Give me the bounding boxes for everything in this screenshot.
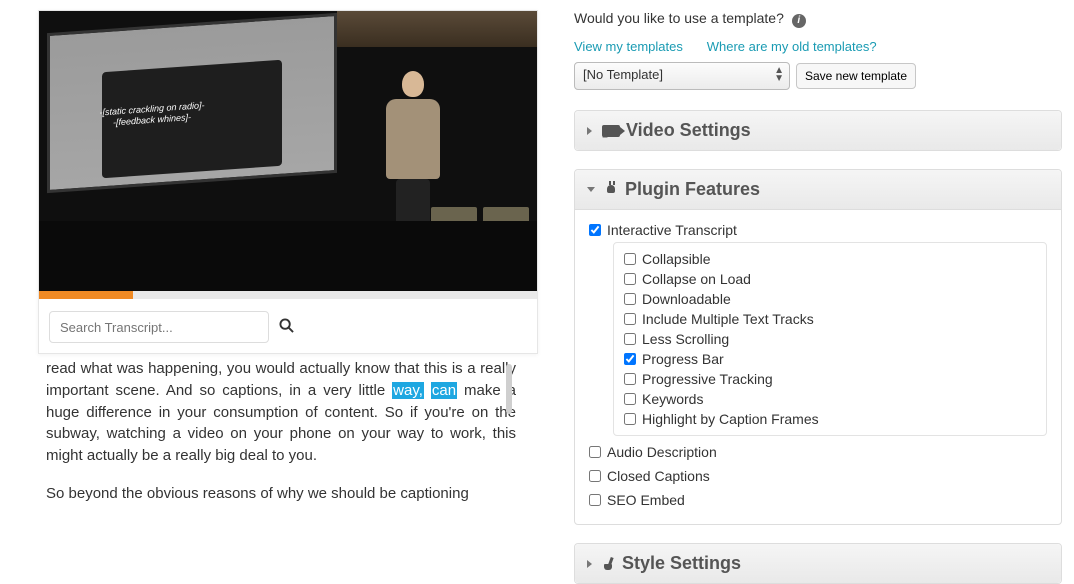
checkbox-label: SEO Embed (607, 492, 685, 508)
audio-description-checkbox-row[interactable]: Audio Description (589, 444, 1047, 460)
transcript-pane[interactable]: read what was happening, you would actua… (38, 354, 538, 504)
seo-embed-checkbox-row[interactable]: SEO Embed (589, 492, 1047, 508)
checkbox-label: Progressive Tracking (642, 371, 773, 387)
interactive-transcript-group: Interactive Transcript CollapsibleCollap… (589, 222, 1047, 436)
checkbox-label: Progress Bar (642, 351, 724, 367)
checkbox-label: Interactive Transcript (607, 222, 737, 238)
sub-option-checkbox[interactable] (624, 353, 636, 365)
sub-option-checkbox[interactable] (624, 413, 636, 425)
projector-screen: -[static crackling on radio]- -[feedback… (47, 13, 337, 193)
video-camera-icon (602, 125, 620, 137)
transcript-progress-bar[interactable] (39, 291, 537, 299)
sub-option-checkbox[interactable] (624, 313, 636, 325)
style-settings-header[interactable]: Style Settings (575, 544, 1061, 583)
panel-title: Plugin Features (625, 179, 760, 200)
video-settings-header[interactable]: Video Settings (575, 111, 1061, 150)
checkbox-label: Include Multiple Text Tracks (642, 311, 814, 327)
sub-option-row[interactable]: Progress Bar (624, 349, 1036, 369)
interactive-transcript-checkbox[interactable] (589, 224, 601, 236)
template-prompt: Would you like to use a template? i (574, 10, 1062, 28)
caret-right-icon (587, 560, 592, 568)
audio-description-checkbox[interactable] (589, 446, 601, 458)
chevron-updown-icon: ▲▼ (774, 67, 784, 83)
plugin-features-panel: Plugin Features Interactive Transcript C… (574, 169, 1062, 525)
interactive-transcript-checkbox-row[interactable]: Interactive Transcript (589, 222, 1047, 238)
checkbox-label: Collapsible (642, 251, 710, 267)
video-preview-card: -[static crackling on radio]- -[feedback… (38, 10, 538, 354)
closed-captions-checkbox-row[interactable]: Closed Captions (589, 468, 1047, 484)
search-transcript-input[interactable] (49, 311, 269, 343)
closed-captions-checkbox[interactable] (589, 470, 601, 482)
caret-down-icon (587, 187, 595, 192)
paint-brush-icon (602, 557, 616, 571)
sub-option-checkbox[interactable] (624, 293, 636, 305)
sub-option-checkbox[interactable] (624, 333, 636, 345)
plug-icon (605, 183, 619, 197)
checkbox-label: Downloadable (642, 291, 731, 307)
sub-option-row[interactable]: Highlight by Caption Frames (624, 409, 1036, 429)
transcript-highlight: can (431, 382, 457, 399)
caret-right-icon (587, 127, 592, 135)
sub-option-row[interactable]: Collapsible (624, 249, 1036, 269)
checkbox-label: Audio Description (607, 444, 717, 460)
search-icon[interactable] (279, 318, 294, 337)
transcript-highlight: way, (392, 382, 424, 399)
sub-option-checkbox[interactable] (624, 273, 636, 285)
checkbox-label: Highlight by Caption Frames (642, 411, 819, 427)
sub-option-checkbox[interactable] (624, 393, 636, 405)
style-settings-panel: Style Settings (574, 543, 1062, 584)
save-template-button[interactable]: Save new template (796, 63, 916, 89)
sub-option-checkbox[interactable] (624, 253, 636, 265)
sub-option-checkbox[interactable] (624, 373, 636, 385)
checkbox-label: Less Scrolling (642, 331, 729, 347)
template-select[interactable]: [No Template] ▲▼ (574, 62, 790, 90)
transcript-paragraph: read what was happening, you would actua… (46, 358, 516, 467)
template-select-value: [No Template] (583, 67, 663, 82)
interactive-transcript-sub-options: Collapsible Collapse on Load Downloadable I… (613, 242, 1047, 436)
plugin-features-header[interactable]: Plugin Features (575, 170, 1061, 210)
panel-title: Video Settings (626, 120, 751, 141)
view-templates-link[interactable]: View my templates (574, 39, 683, 54)
sub-option-row[interactable]: Keywords (624, 389, 1036, 409)
transcript-scrollbar[interactable] (506, 364, 512, 414)
checkbox-label: Keywords (642, 391, 703, 407)
old-templates-link[interactable]: Where are my old templates? (707, 39, 877, 54)
video-settings-panel: Video Settings (574, 110, 1062, 151)
sub-option-row[interactable]: Include Multiple Text Tracks (624, 309, 1036, 329)
sub-option-row[interactable]: Collapse on Load (624, 269, 1036, 289)
video-player[interactable]: -[static crackling on radio]- -[feedback… (39, 11, 537, 291)
checkbox-label: Closed Captions (607, 468, 710, 484)
sub-option-row[interactable]: Downloadable (624, 289, 1036, 309)
sub-option-row[interactable]: Progressive Tracking (624, 369, 1036, 389)
sub-option-row[interactable]: Less Scrolling (624, 329, 1036, 349)
seo-embed-checkbox[interactable] (589, 494, 601, 506)
checkbox-label: Collapse on Load (642, 271, 751, 287)
panel-title: Style Settings (622, 553, 741, 574)
transcript-paragraph: So beyond the obvious reasons of why we … (46, 483, 516, 504)
info-icon[interactable]: i (792, 14, 806, 28)
